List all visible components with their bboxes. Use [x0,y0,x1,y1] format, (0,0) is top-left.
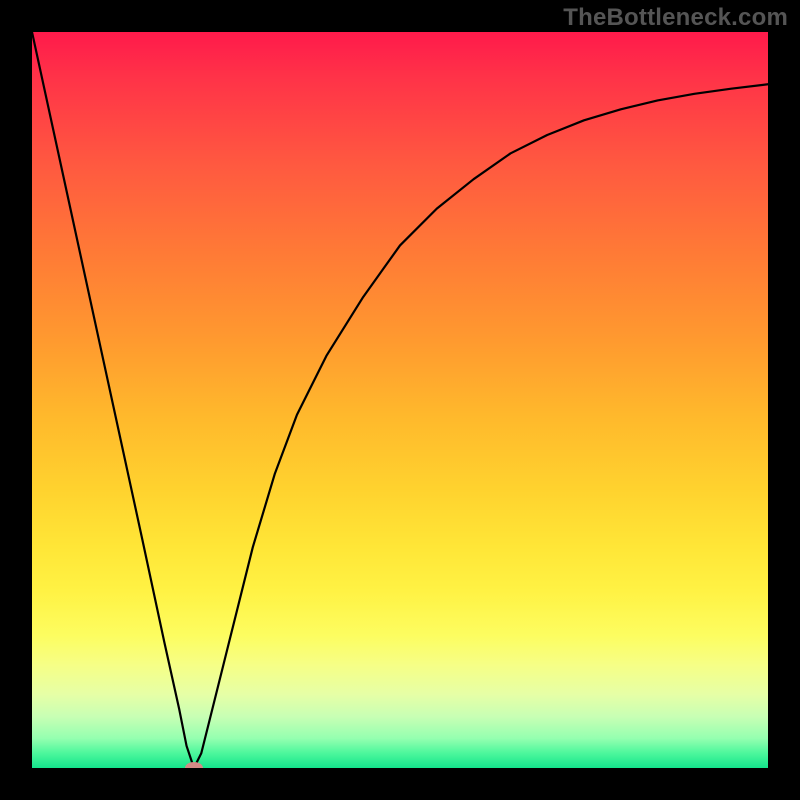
plot-area [32,32,768,768]
chart-frame: TheBottleneck.com [0,0,800,800]
watermark-text: TheBottleneck.com [563,4,788,32]
optimal-point-marker [185,762,203,768]
bottleneck-curve [32,32,768,768]
